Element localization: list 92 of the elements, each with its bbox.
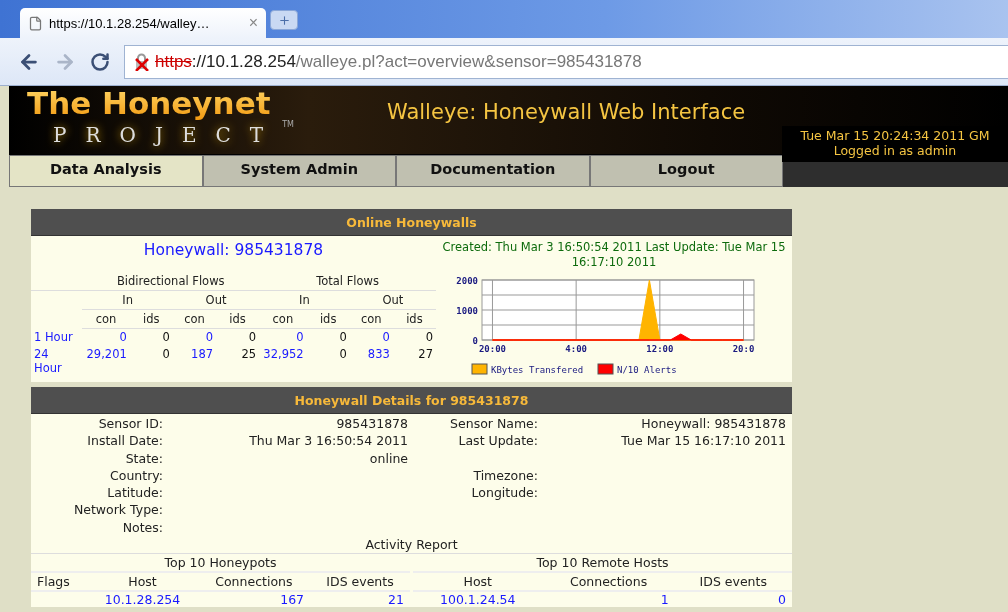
count-link[interactable]: 1 (542, 591, 675, 608)
nav-tab[interactable]: Logout (589, 155, 783, 187)
section-title: Activity Report (365, 537, 458, 553)
tab-title: https://10.1.28.254/walley… (49, 15, 211, 31)
field-label: Network Type: (73, 502, 163, 518)
field-value: online (369, 450, 408, 466)
column-header: ids (306, 309, 350, 329)
column-header: Flags (31, 572, 88, 592)
browser-tab[interactable]: https://10.1.28.254/walley… × (20, 8, 266, 38)
table-cell: 0 (392, 328, 436, 346)
field-label: Longitude: (471, 485, 538, 501)
count-link[interactable]: 29,201 (82, 346, 130, 376)
reload-button[interactable] (90, 51, 110, 72)
count-link[interactable]: 0 (172, 328, 216, 346)
y-tick-label: 1000 (456, 306, 478, 316)
field-label: Latitude: (107, 485, 163, 501)
count-link[interactable]: 833 (349, 346, 393, 376)
table-cell-text: 27 (417, 346, 434, 363)
column-header: con (259, 309, 307, 329)
count-link[interactable]: 0 (82, 328, 130, 346)
field-value: Thu Mar 3 16:50:54 2011 (249, 433, 408, 449)
current-datetime: Tue Mar 15 20:24:34 2011 GM (799, 128, 991, 143)
y-tick-label: 2000 (456, 276, 478, 286)
field-label: Country: (110, 467, 163, 483)
legend-label: N/10 Alerts (617, 365, 677, 375)
column-header: Connections (542, 572, 675, 592)
column-header: con (172, 309, 216, 329)
honeywall-link[interactable]: Honeywall: 985431878 (31, 241, 436, 259)
nav-tab[interactable]: System Admin (202, 155, 396, 187)
column-header: Connections (197, 572, 311, 592)
column-header: con (82, 309, 130, 329)
nav-tab[interactable]: Documentation (396, 155, 590, 187)
field-label: Notes: (122, 519, 163, 535)
panel-header: Online Honeywalls (31, 209, 792, 236)
count-link[interactable]: 32,952 (259, 346, 307, 376)
table-cell-text: 25 (240, 346, 258, 363)
new-tab-button[interactable] (270, 10, 298, 30)
nav-tab[interactable]: Data Analysis (9, 155, 203, 187)
field-value: Tue Mar 15 16:17:10 2011 (621, 433, 786, 449)
field-label: Sensor Name: (450, 416, 538, 431)
count-link[interactable]: 21 (310, 591, 410, 608)
period-link[interactable]: 24 Hour (31, 346, 83, 376)
x-tick-label: 20:00 (478, 344, 506, 354)
login-status: Logged in as admin (832, 143, 958, 158)
group-header: Total Flows (259, 272, 436, 291)
field-label: Last Update: (458, 433, 538, 449)
count-link[interactable]: 0 (674, 591, 792, 608)
field-value: 985431878 (336, 416, 408, 431)
column-header: Host (87, 572, 198, 592)
host-link[interactable]: 100.1.24.54 (413, 591, 543, 608)
site-title: Walleye: Honeywall Web Interface (387, 99, 747, 126)
table-cell-text: 0 (338, 346, 348, 363)
field-value: Honeywall: 985431878 (641, 416, 786, 431)
count-link[interactable]: 187 (172, 346, 216, 376)
field-label: Sensor ID: (98, 416, 163, 431)
column-header: IDS events (310, 572, 410, 592)
column-header: IDS events (674, 572, 792, 592)
plus-icon (277, 13, 291, 27)
column-header: con (349, 309, 393, 329)
broken-lock-icon (133, 52, 151, 71)
field-label: State: (125, 450, 163, 466)
column-header: ids (216, 309, 260, 329)
field-label: Timezone: (473, 467, 538, 483)
group-header: Bidirectional Flows (82, 272, 260, 291)
table-cell: 0 (129, 328, 173, 346)
x-tick-label: 4:00 (565, 344, 587, 354)
count-link[interactable]: 0 (349, 328, 393, 346)
field-label: Install Date: (87, 433, 163, 449)
column-header: Host (413, 572, 543, 592)
table-cell-text: 0 (161, 346, 171, 363)
panel-header: Honeywall Details for 985431878 (31, 387, 792, 414)
table-title: Top 10 Honeypots (31, 554, 410, 573)
count-link[interactable]: 167 (197, 591, 311, 608)
address-bar[interactable]: https://10.1.28.254/walleye.pl?act=overview&sensor=985431878 (124, 44, 1008, 79)
column-header: Out (172, 290, 260, 310)
host-link[interactable]: 10.1.28.254 (87, 591, 198, 608)
page-icon (28, 15, 43, 31)
y-tick-label: 0 (472, 336, 478, 346)
column-header: Out (349, 290, 436, 310)
column-header: ids (392, 309, 436, 329)
column-header: ids (129, 309, 173, 329)
period-link[interactable]: 1 Hour (31, 328, 83, 346)
legend-label: KBytes Transfered (491, 365, 584, 375)
table-title: Top 10 Remote Hosts (413, 554, 792, 573)
count-link[interactable]: 0 (259, 328, 307, 346)
table-cell: 0 (216, 328, 260, 346)
x-tick-label: 20:0 (732, 344, 755, 354)
created-info: Created: Thu Mar 3 16:50:54 2011 Last Update: Tue Mar 15 16:17:10 2011 (441, 240, 787, 270)
x-tick-label: 12:00 (646, 344, 674, 354)
column-header: In (259, 290, 350, 310)
column-header: In (82, 290, 173, 310)
table-cell: 0 (306, 328, 350, 346)
